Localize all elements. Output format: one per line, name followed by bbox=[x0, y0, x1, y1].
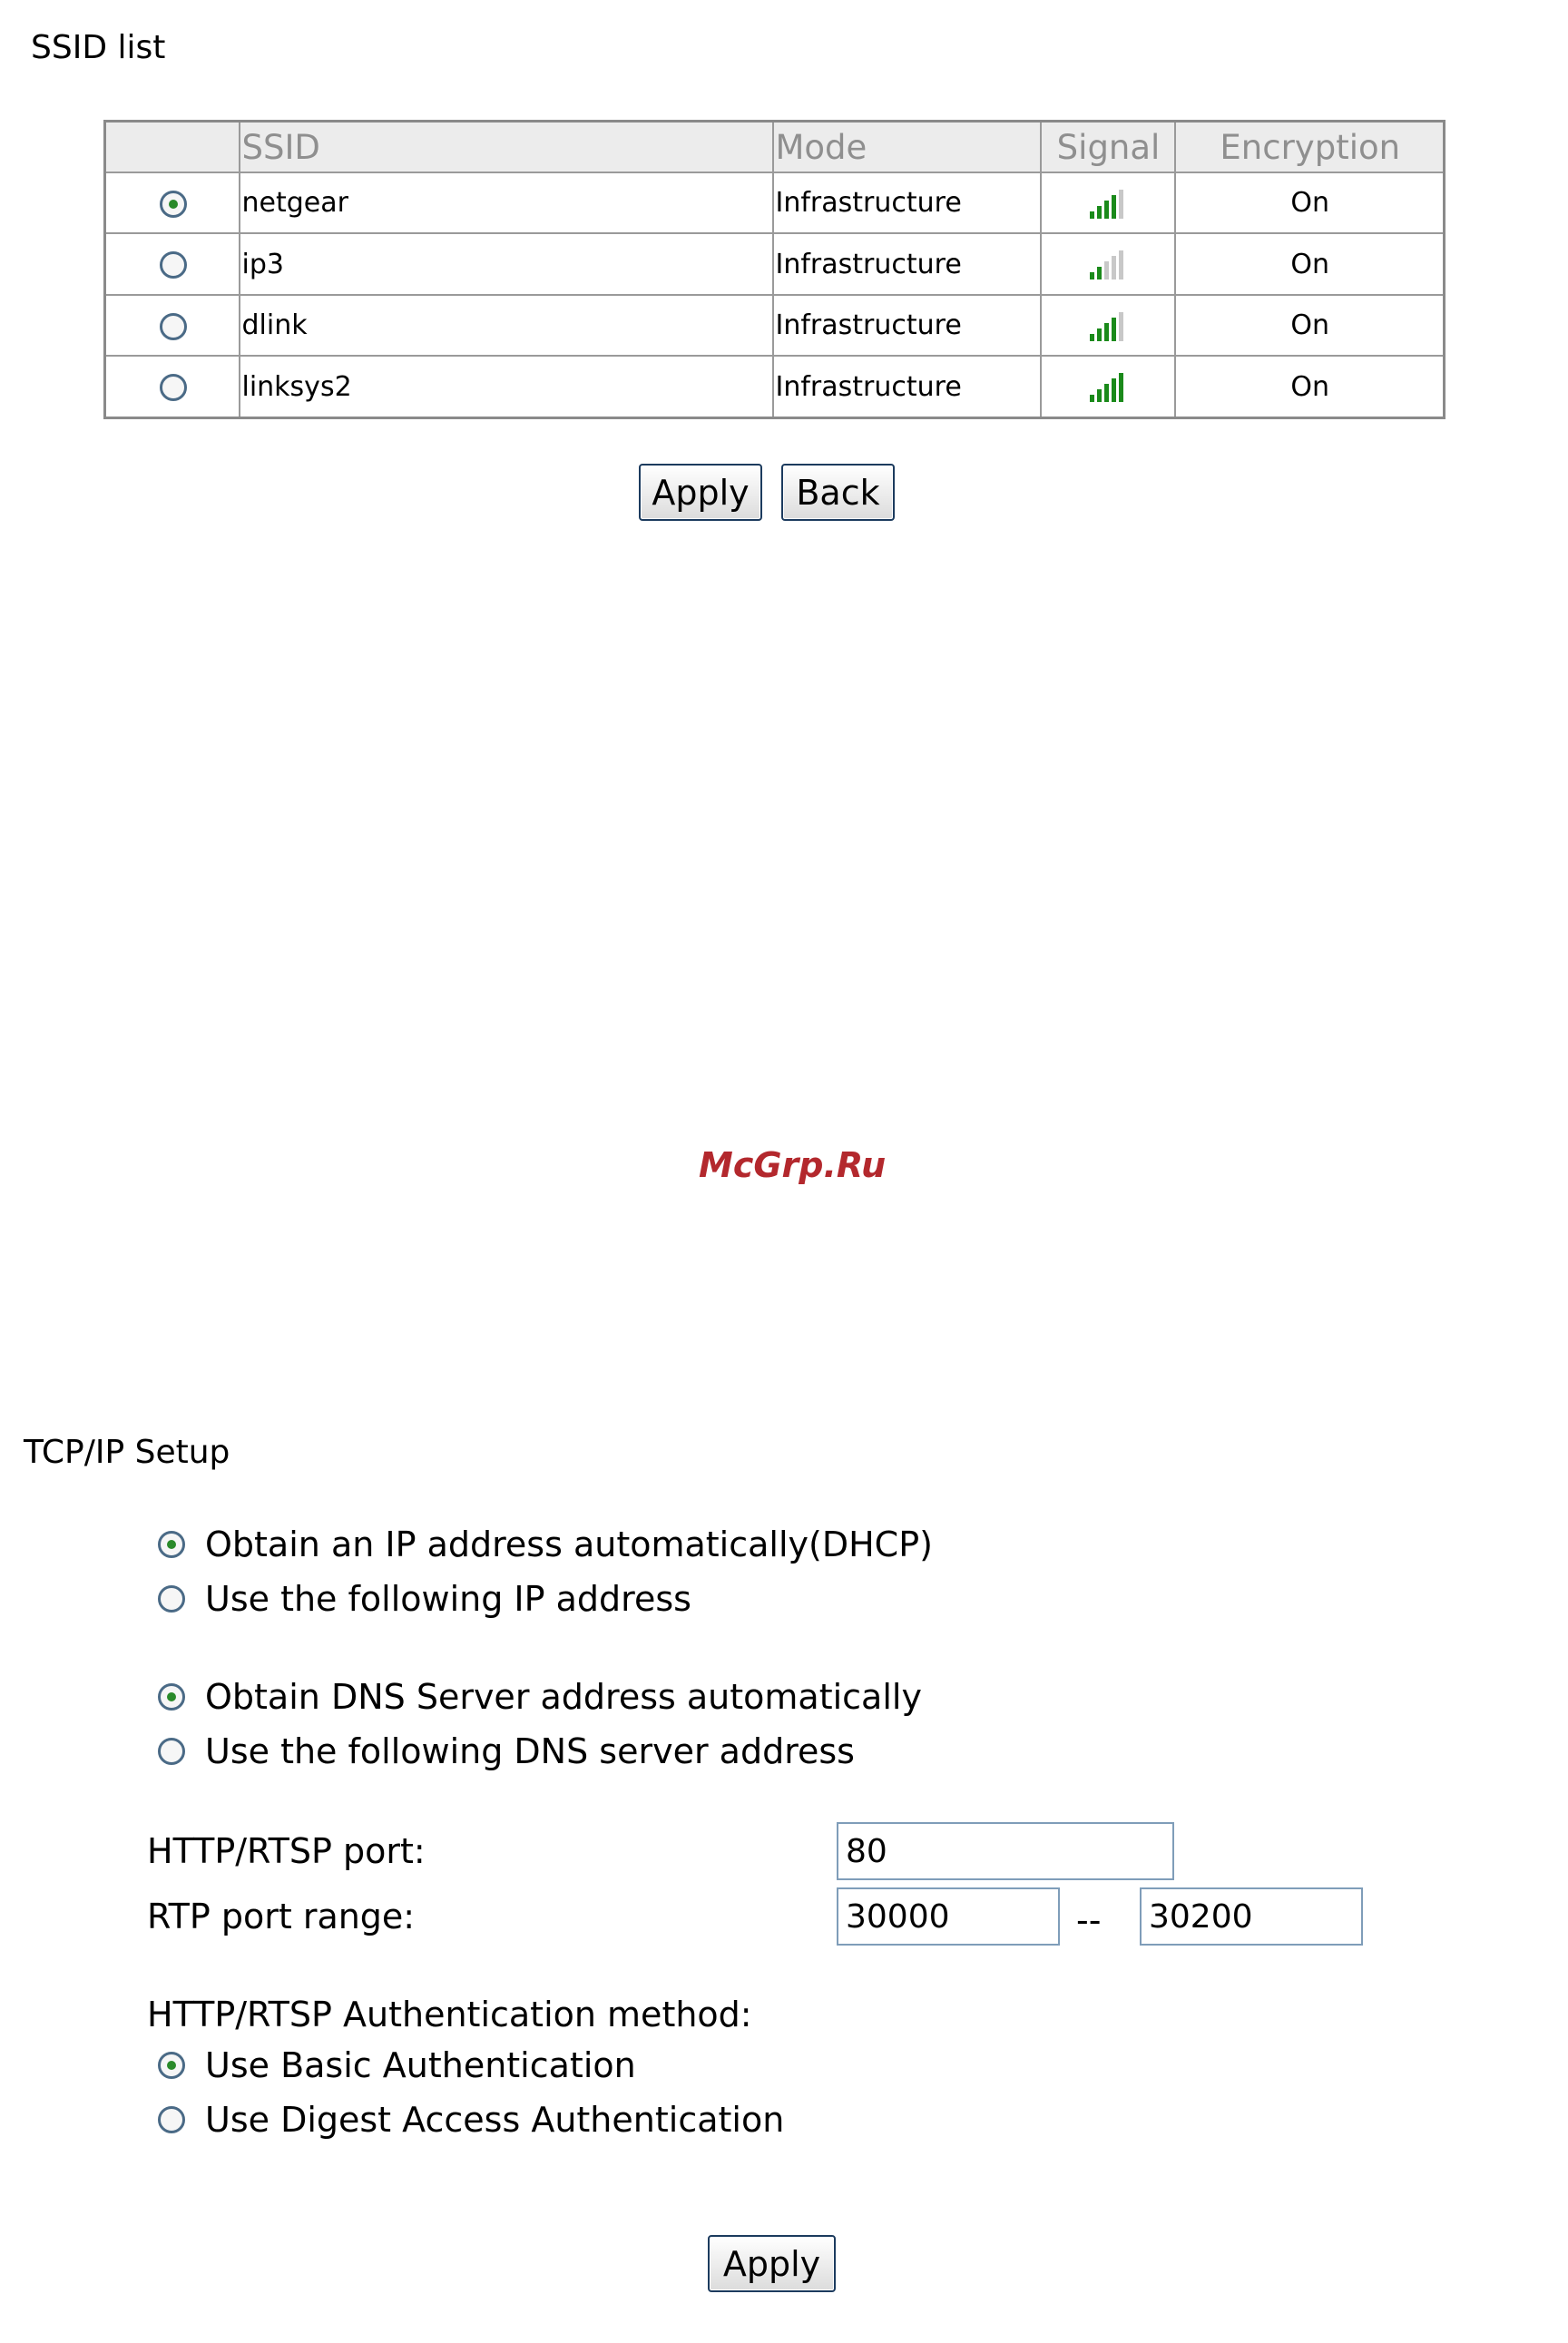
manual-dns-option-label: Use the following DNS server address bbox=[205, 1731, 855, 1771]
table-row: netgear Infrastructure On bbox=[103, 171, 1446, 235]
signal-bar bbox=[1118, 311, 1123, 341]
auth-method-label: HTTP/RTSP Authentication method: bbox=[147, 1995, 752, 2034]
signal-cell bbox=[1039, 355, 1176, 419]
signal-bar bbox=[1103, 200, 1109, 219]
encryption-cell: On bbox=[1173, 232, 1446, 296]
tcp-apply-button[interactable]: Apply bbox=[708, 2235, 836, 2292]
http-port-input[interactable] bbox=[837, 1822, 1174, 1880]
signal-bar bbox=[1111, 194, 1116, 219]
table-row: dlink Infrastructure On bbox=[103, 293, 1446, 358]
ssid-column-header: SSID bbox=[238, 120, 774, 173]
digest-auth-radio[interactable] bbox=[158, 2106, 185, 2133]
signal-strength-icon bbox=[1089, 311, 1128, 341]
signal-strength-icon bbox=[1089, 250, 1128, 280]
select-column-header bbox=[103, 120, 240, 173]
static-ip-option-label: Use the following IP address bbox=[205, 1579, 691, 1619]
signal-bar bbox=[1118, 250, 1123, 280]
signal-bar bbox=[1096, 267, 1102, 280]
watermark-text: McGrp.Ru bbox=[699, 1145, 887, 1185]
encryption-cell: On bbox=[1173, 293, 1446, 358]
basic-auth-option-label: Use Basic Authentication bbox=[205, 2045, 636, 2085]
encryption-cell: On bbox=[1173, 355, 1446, 419]
signal-bar bbox=[1089, 272, 1094, 280]
signal-bar bbox=[1103, 261, 1109, 280]
mode-cell: Infrastructure bbox=[771, 293, 1042, 358]
rtp-port-end-input[interactable] bbox=[1140, 1887, 1363, 1946]
signal-bar bbox=[1118, 189, 1123, 219]
basic-auth-radio[interactable] bbox=[158, 2052, 185, 2079]
ssid-table-header: SSID Mode Signal Encryption bbox=[103, 120, 1446, 173]
signal-bar bbox=[1089, 211, 1094, 219]
ssid-table: SSID Mode Signal Encryption netgear Infr… bbox=[103, 120, 1446, 419]
mode-cell: Infrastructure bbox=[771, 355, 1042, 419]
signal-strength-icon bbox=[1089, 189, 1128, 219]
signal-bar bbox=[1111, 378, 1116, 403]
dhcp-option-label: Obtain an IP address automatically(DHCP) bbox=[205, 1524, 933, 1564]
signal-bar bbox=[1103, 322, 1109, 341]
signal-cell bbox=[1039, 171, 1176, 235]
ssid-cell: linksys2 bbox=[238, 355, 774, 419]
signal-column-header: Signal bbox=[1039, 120, 1176, 173]
digest-auth-option[interactable]: Use Digest Access Authentication bbox=[158, 2100, 784, 2140]
tcp-ip-setup-title: TCP/IP Setup bbox=[24, 1434, 230, 1471]
auto-dns-option-label: Obtain DNS Server address automatically bbox=[205, 1677, 922, 1717]
http-port-label: HTTP/RTSP port: bbox=[147, 1831, 426, 1871]
ssid-radio[interactable] bbox=[159, 312, 187, 340]
signal-bar bbox=[1089, 333, 1094, 341]
back-button[interactable]: Back bbox=[781, 464, 895, 521]
ssid-radio[interactable] bbox=[159, 251, 187, 279]
static-ip-option[interactable]: Use the following IP address bbox=[158, 1579, 691, 1619]
mode-cell: Infrastructure bbox=[771, 171, 1042, 235]
signal-cell bbox=[1039, 232, 1176, 296]
manual-dns-radio[interactable] bbox=[158, 1738, 185, 1765]
ssid-radio[interactable] bbox=[159, 190, 187, 218]
ssid-cell: ip3 bbox=[238, 232, 774, 296]
signal-bar bbox=[1096, 389, 1102, 403]
auto-dns-option[interactable]: Obtain DNS Server address automatically bbox=[158, 1677, 922, 1717]
dhcp-option[interactable]: Obtain an IP address automatically(DHCP) bbox=[158, 1524, 933, 1564]
manual-dns-option[interactable]: Use the following DNS server address bbox=[158, 1731, 855, 1771]
mode-cell: Infrastructure bbox=[771, 232, 1042, 296]
encryption-column-header: Encryption bbox=[1173, 120, 1446, 173]
rtp-port-separator: -- bbox=[1076, 1900, 1102, 1940]
ssid-cell: dlink bbox=[238, 293, 774, 358]
basic-auth-option[interactable]: Use Basic Authentication bbox=[158, 2045, 636, 2085]
signal-cell bbox=[1039, 293, 1176, 358]
rtp-port-start-input[interactable] bbox=[837, 1887, 1060, 1946]
mode-column-header: Mode bbox=[771, 120, 1042, 173]
dhcp-radio[interactable] bbox=[158, 1531, 185, 1558]
encryption-cell: On bbox=[1173, 171, 1446, 235]
signal-bar bbox=[1089, 395, 1094, 403]
rtp-port-range-label: RTP port range: bbox=[147, 1897, 416, 1936]
ssid-cell: netgear bbox=[238, 171, 774, 235]
static-ip-radio[interactable] bbox=[158, 1585, 185, 1613]
signal-bar bbox=[1103, 384, 1109, 403]
signal-bar bbox=[1096, 205, 1102, 219]
table-row: linksys2 Infrastructure On bbox=[103, 355, 1446, 419]
ssid-list-title: SSID list bbox=[31, 29, 166, 66]
signal-bar bbox=[1111, 256, 1116, 280]
auto-dns-radio[interactable] bbox=[158, 1683, 185, 1711]
signal-strength-icon bbox=[1089, 373, 1128, 403]
ssid-radio[interactable] bbox=[159, 374, 187, 402]
signal-bar bbox=[1111, 317, 1116, 341]
table-row: ip3 Infrastructure On bbox=[103, 232, 1446, 296]
digest-auth-option-label: Use Digest Access Authentication bbox=[205, 2100, 785, 2140]
signal-bar bbox=[1118, 373, 1123, 403]
signal-bar bbox=[1096, 328, 1102, 341]
ssid-apply-button[interactable]: Apply bbox=[639, 464, 762, 521]
